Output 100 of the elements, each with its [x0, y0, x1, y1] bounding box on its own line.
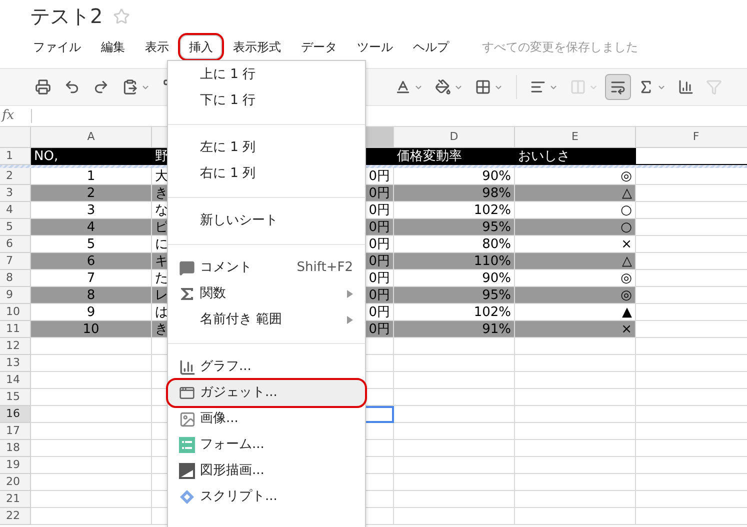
window-icon	[179, 385, 195, 401]
formula-label: fx	[0, 107, 16, 126]
paint-bucket-icon	[435, 79, 451, 95]
form-icon	[179, 437, 195, 453]
row-number[interactable]: 8	[0, 270, 31, 287]
drawing-icon	[179, 463, 195, 479]
table-cell: 9	[31, 304, 152, 321]
submenu-arrow-icon	[347, 316, 353, 324]
menu-item[interactable]: 挿入	[180, 35, 222, 59]
bar-chart-icon	[178, 358, 196, 376]
row-number[interactable]: 18	[0, 440, 31, 457]
menu-item[interactable]: 編集	[92, 35, 134, 59]
table-cell: ◎	[515, 270, 636, 287]
column-header[interactable]: F	[636, 127, 747, 148]
document-title[interactable]: テスト2	[30, 1, 103, 31]
bar-chart-icon	[678, 79, 694, 95]
menu-item[interactable]: グラフ...	[168, 354, 365, 380]
menu-item[interactable]: フォーム...	[168, 432, 365, 458]
menu-item[interactable]: 表示	[136, 35, 178, 59]
row-number[interactable]: 10	[0, 304, 31, 321]
column-header[interactable]: E	[515, 127, 636, 148]
wrap-text-icon	[610, 79, 626, 95]
sigma-icon	[180, 287, 194, 301]
table-cell: 3	[31, 202, 152, 219]
table-cell: ○	[515, 202, 636, 219]
menu-item[interactable]: スクリプト...	[168, 484, 365, 510]
row-number[interactable]: 15	[0, 389, 31, 406]
row-number[interactable]: 2	[0, 168, 31, 185]
table-cell: 91%	[394, 321, 515, 338]
borders-icon	[475, 79, 491, 95]
menu-item[interactable]: 図形描画...	[168, 458, 365, 484]
menu-item[interactable]: 画像...	[168, 406, 365, 432]
row-number[interactable]: 21	[0, 491, 31, 508]
row-number[interactable]: 3	[0, 185, 31, 202]
star-icon[interactable]	[112, 8, 130, 24]
table-cell: NO,	[31, 148, 152, 165]
filter-icon	[706, 79, 722, 95]
comment-icon	[179, 260, 195, 276]
table-cell: 6	[31, 253, 152, 270]
column-header[interactable]: D	[394, 127, 515, 148]
table-cell: 90%	[394, 168, 515, 185]
clipboard-icon	[122, 79, 138, 95]
row-number[interactable]: 13	[0, 355, 31, 372]
save-status: すべての変更を保存しました	[482, 39, 638, 56]
menu-item[interactable]: データ	[292, 35, 346, 59]
table-cell: 102%	[394, 202, 515, 219]
row-number[interactable]: 22	[0, 508, 31, 525]
table-cell: ◎	[515, 287, 636, 304]
table-cell: ◎	[515, 168, 636, 185]
table-cell: ×	[515, 321, 636, 338]
table-cell: 8	[31, 287, 152, 304]
row-number[interactable]: 12	[0, 338, 31, 355]
table-cell: 5	[31, 236, 152, 253]
row-number[interactable]: 11	[0, 321, 31, 338]
menu-item[interactable]: ファイル	[24, 35, 90, 59]
table-cell: 98%	[394, 185, 515, 202]
row-number[interactable]: 20	[0, 474, 31, 491]
table-cell: 10	[31, 321, 152, 338]
table-cell: △	[515, 185, 636, 202]
table-cell: 2	[31, 185, 152, 202]
row-number[interactable]: 9	[0, 287, 31, 304]
row-number[interactable]: 16	[0, 406, 31, 423]
table-cell: ▲	[515, 304, 636, 321]
menu-item[interactable]: ガジェット...	[168, 380, 365, 406]
menu-item[interactable]: 上に 1 行	[168, 62, 365, 88]
table-cell: 価格変動率	[394, 148, 515, 165]
print-icon	[35, 79, 51, 95]
column-header[interactable]: A	[31, 127, 152, 148]
row-number[interactable]: 7	[0, 253, 31, 270]
table-cell: 95%	[394, 219, 515, 236]
table-cell: 90%	[394, 270, 515, 287]
table-cell: 110%	[394, 253, 515, 270]
table-cell: おいしさ	[515, 148, 636, 165]
submenu-arrow-icon	[347, 290, 353, 298]
row-number[interactable]: 19	[0, 457, 31, 474]
wrap-text-button[interactable]	[605, 74, 631, 100]
table-cell: ×	[515, 236, 636, 253]
table-cell: 95%	[394, 287, 515, 304]
row-number[interactable]: 1	[0, 148, 31, 165]
menu-item[interactable]: 下に 1 行	[168, 88, 365, 114]
row-number[interactable]: 4	[0, 202, 31, 219]
menu-item[interactable]: ヘルプ	[404, 35, 458, 59]
row-number[interactable]: 5	[0, 219, 31, 236]
align-left-icon	[530, 79, 546, 95]
row-number[interactable]: 6	[0, 236, 31, 253]
image-icon	[178, 410, 196, 428]
table-cell: 80%	[394, 236, 515, 253]
table-cell: △	[515, 253, 636, 270]
text-color-icon	[395, 79, 411, 95]
row-number[interactable]: 14	[0, 372, 31, 389]
table-cell: 7	[31, 270, 152, 287]
merge-cells-icon	[570, 79, 586, 95]
table-cell: 4	[31, 219, 152, 236]
script-icon	[179, 489, 195, 505]
undo-icon	[64, 79, 80, 95]
table-cell: ○	[515, 219, 636, 236]
table-cell: 102%	[394, 304, 515, 321]
menu-item[interactable]: ツール	[348, 35, 402, 59]
row-number[interactable]: 17	[0, 423, 31, 440]
menu-item[interactable]: 表示形式	[224, 35, 290, 59]
